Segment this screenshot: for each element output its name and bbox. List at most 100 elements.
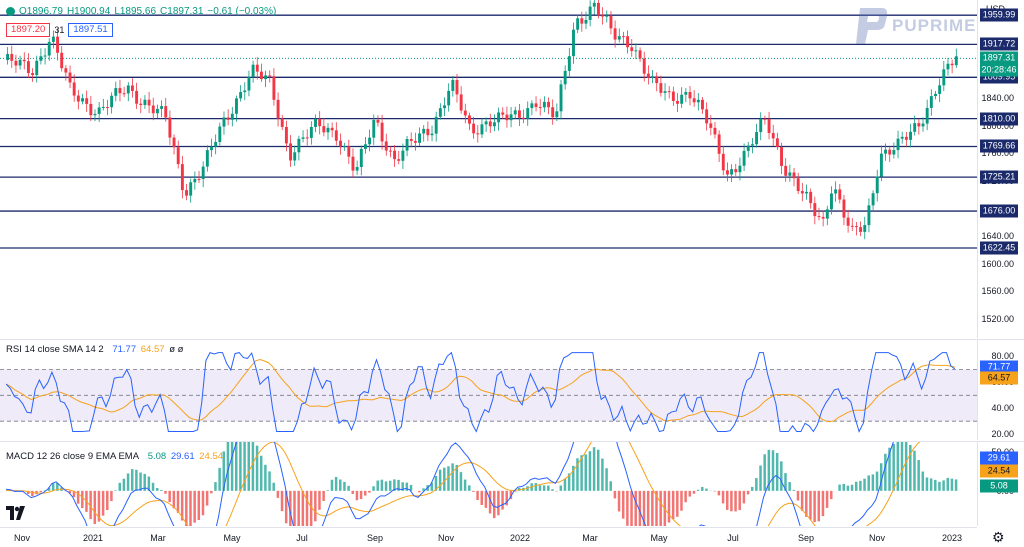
rsi-pane[interactable] xyxy=(0,340,977,440)
candle xyxy=(93,109,97,122)
macd-legend-hist: 5.08 xyxy=(147,451,167,462)
candle xyxy=(60,46,64,72)
candle xyxy=(888,145,892,162)
macd-histogram-bar xyxy=(863,478,866,491)
price-chart-pane[interactable] xyxy=(0,0,977,338)
macd-histogram-bar xyxy=(759,465,762,491)
macd-histogram-bar xyxy=(825,490,829,508)
macd-histogram-bar xyxy=(122,478,126,491)
macd-histogram-bar xyxy=(542,485,546,491)
macd-legend-title: MACD 12 26 close 9 EMA EMA xyxy=(6,451,140,462)
candle xyxy=(368,129,372,152)
macd-histogram-bar xyxy=(276,490,280,498)
candle xyxy=(701,96,704,114)
candle xyxy=(459,86,463,114)
candle xyxy=(530,100,534,116)
candle xyxy=(293,145,297,166)
buy-button[interactable]: 1897.51 xyxy=(68,23,113,37)
candle xyxy=(605,10,609,23)
candle xyxy=(534,96,538,112)
candle xyxy=(280,114,284,131)
macd-histogram-bar xyxy=(214,482,217,491)
price-tick-label: 1840.00 xyxy=(981,92,1014,103)
candle xyxy=(601,7,605,25)
macd-histogram-bar xyxy=(667,490,671,523)
candle xyxy=(101,98,105,111)
brand-logo: PUPRIME xyxy=(852,6,976,46)
candle xyxy=(89,96,93,122)
price-tick-label: 1520.00 xyxy=(981,313,1014,324)
candle xyxy=(784,158,788,182)
macd-histogram-bar xyxy=(172,490,176,509)
tradingview-logo-icon[interactable] xyxy=(6,506,26,523)
candle xyxy=(559,79,563,120)
macd-histogram-bar xyxy=(713,490,717,492)
macd-histogram-bar xyxy=(867,475,870,491)
candle xyxy=(763,115,767,125)
candle xyxy=(64,65,68,81)
macd-histogram-bar xyxy=(106,490,109,511)
candle xyxy=(513,106,517,119)
candle xyxy=(863,216,867,240)
price-tick-label: 1640.00 xyxy=(981,230,1014,241)
rsi-chart xyxy=(0,351,977,433)
time-tick-label: Mar xyxy=(150,533,166,543)
candle xyxy=(759,112,763,141)
candle xyxy=(671,86,675,106)
candle xyxy=(472,116,476,139)
rsi-scale[interactable]: 80.0060.0040.0020.00 xyxy=(977,340,1024,440)
macd-histogram-bar xyxy=(305,490,309,540)
macd-histogram-bar xyxy=(218,467,221,491)
candle xyxy=(750,137,754,154)
macd-histogram-bar xyxy=(326,490,330,491)
macd-histogram-bar xyxy=(351,490,355,494)
p-logo-icon xyxy=(856,8,888,44)
sell-button[interactable]: 1897.20 xyxy=(6,23,51,37)
candle xyxy=(538,98,542,116)
high-value: H1900.94 xyxy=(66,6,111,17)
candle xyxy=(817,207,821,221)
macd-histogram-bar xyxy=(168,490,171,503)
candle xyxy=(430,125,434,142)
gear-icon[interactable]: ⚙ xyxy=(992,529,1005,546)
candle xyxy=(347,139,351,164)
candle xyxy=(684,88,688,103)
candle xyxy=(676,92,679,113)
time-tick-label: Jul xyxy=(296,533,308,543)
price-tick-label: 1600.00 xyxy=(981,258,1014,269)
macd-histogram-bar xyxy=(821,490,825,517)
candle xyxy=(588,0,592,27)
macd-histogram-bar xyxy=(925,477,929,491)
macd-histogram-bar xyxy=(139,472,142,491)
candle xyxy=(297,135,301,161)
price-chart[interactable] xyxy=(0,0,977,338)
macd-histogram-bar xyxy=(796,490,800,501)
macd-histogram-bar xyxy=(343,481,346,491)
candle xyxy=(447,83,451,112)
time-tick-label: Mar xyxy=(582,533,598,543)
candle xyxy=(463,103,467,124)
time-axis[interactable]: Nov 2021 Mar May Jul Sep Nov 2022 Mar May Jul Sep No… xyxy=(0,527,977,547)
time-tick-label: May xyxy=(223,533,241,543)
macd-histogram-bar xyxy=(468,485,471,491)
macd-histogram-bar xyxy=(717,490,721,496)
candle xyxy=(322,118,326,137)
macd-histogram-bar xyxy=(280,490,284,512)
macd-histogram-bar xyxy=(850,484,854,491)
macd-histogram-bar xyxy=(842,483,845,491)
candle xyxy=(567,47,571,78)
macd-histogram-bar xyxy=(721,490,725,504)
macd-histogram-bar xyxy=(484,490,488,508)
macd-histogram-bar xyxy=(900,437,904,491)
candle xyxy=(185,183,188,201)
candle xyxy=(563,65,567,90)
candle xyxy=(243,82,247,101)
candle xyxy=(634,43,638,60)
candle xyxy=(584,11,588,30)
macd-histogram-bar xyxy=(272,482,275,491)
candle xyxy=(492,114,496,132)
candle xyxy=(118,79,122,102)
candle xyxy=(309,121,313,145)
macd-histogram-bar xyxy=(780,461,783,491)
macd-histogram-bar xyxy=(621,490,625,519)
